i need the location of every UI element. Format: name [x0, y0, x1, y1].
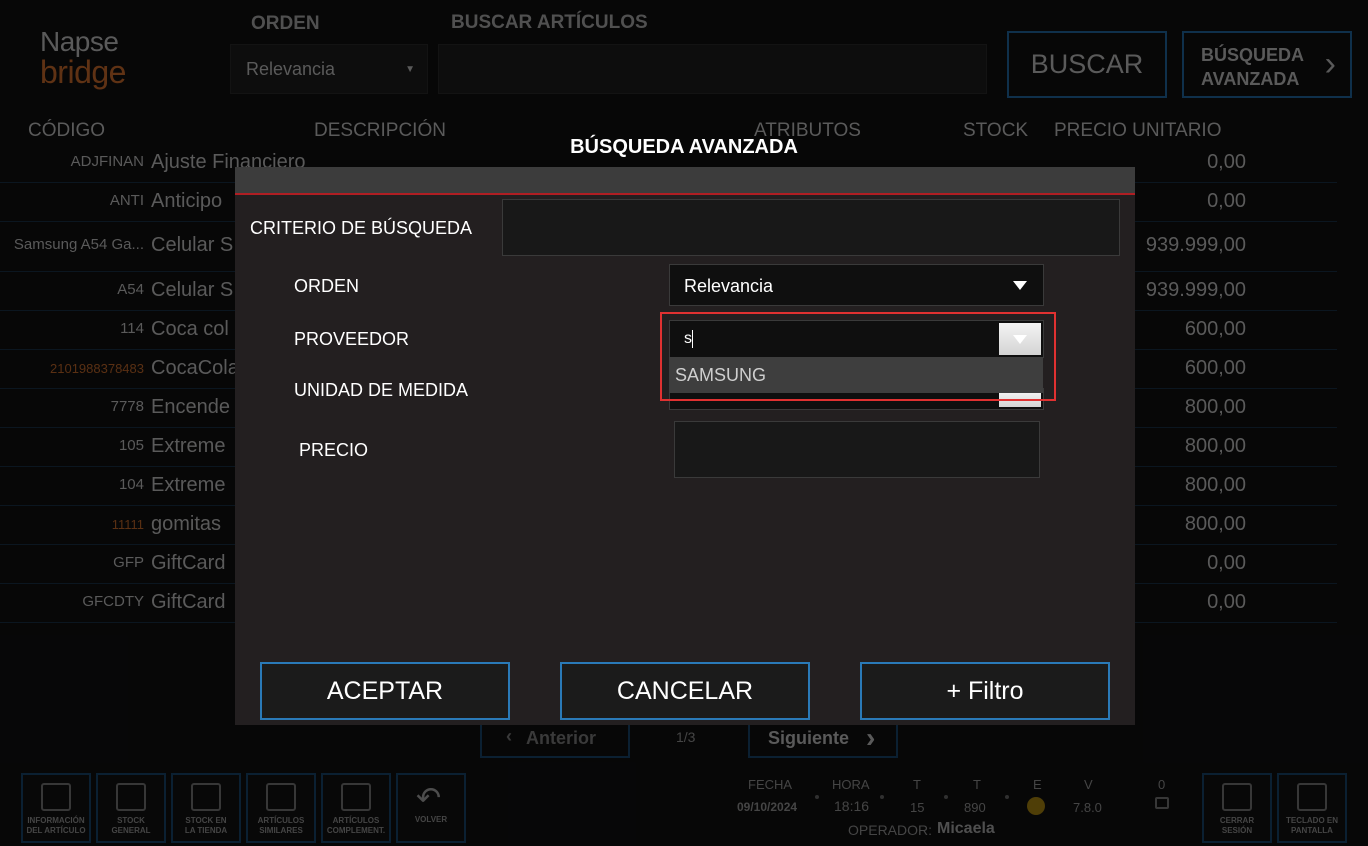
add-filter-button[interactable]: + Filtro: [860, 662, 1110, 720]
dialog-header-bar: [235, 167, 1135, 195]
order-dropdown-value: Relevancia: [684, 276, 774, 296]
order-dropdown[interactable]: Relevancia: [669, 264, 1044, 306]
criteria-label: CRITERIO DE BÚSQUEDA: [250, 218, 473, 238]
price-input[interactable]: [674, 421, 1040, 478]
price-label: PRECIO: [299, 440, 369, 460]
unit-of-measure-label: UNIDAD DE MEDIDA: [294, 380, 469, 400]
order-field-label: ORDEN: [294, 276, 360, 296]
criteria-input[interactable]: [502, 199, 1120, 256]
highlight-box: [660, 312, 1056, 401]
caret-down-icon: [1013, 281, 1027, 290]
cancel-button[interactable]: CANCELAR: [560, 662, 810, 720]
supplier-label: PROVEEDOR: [294, 329, 410, 349]
accept-button[interactable]: ACEPTAR: [260, 662, 510, 720]
modal-title: BÚSQUEDA AVANZADA: [570, 136, 798, 158]
